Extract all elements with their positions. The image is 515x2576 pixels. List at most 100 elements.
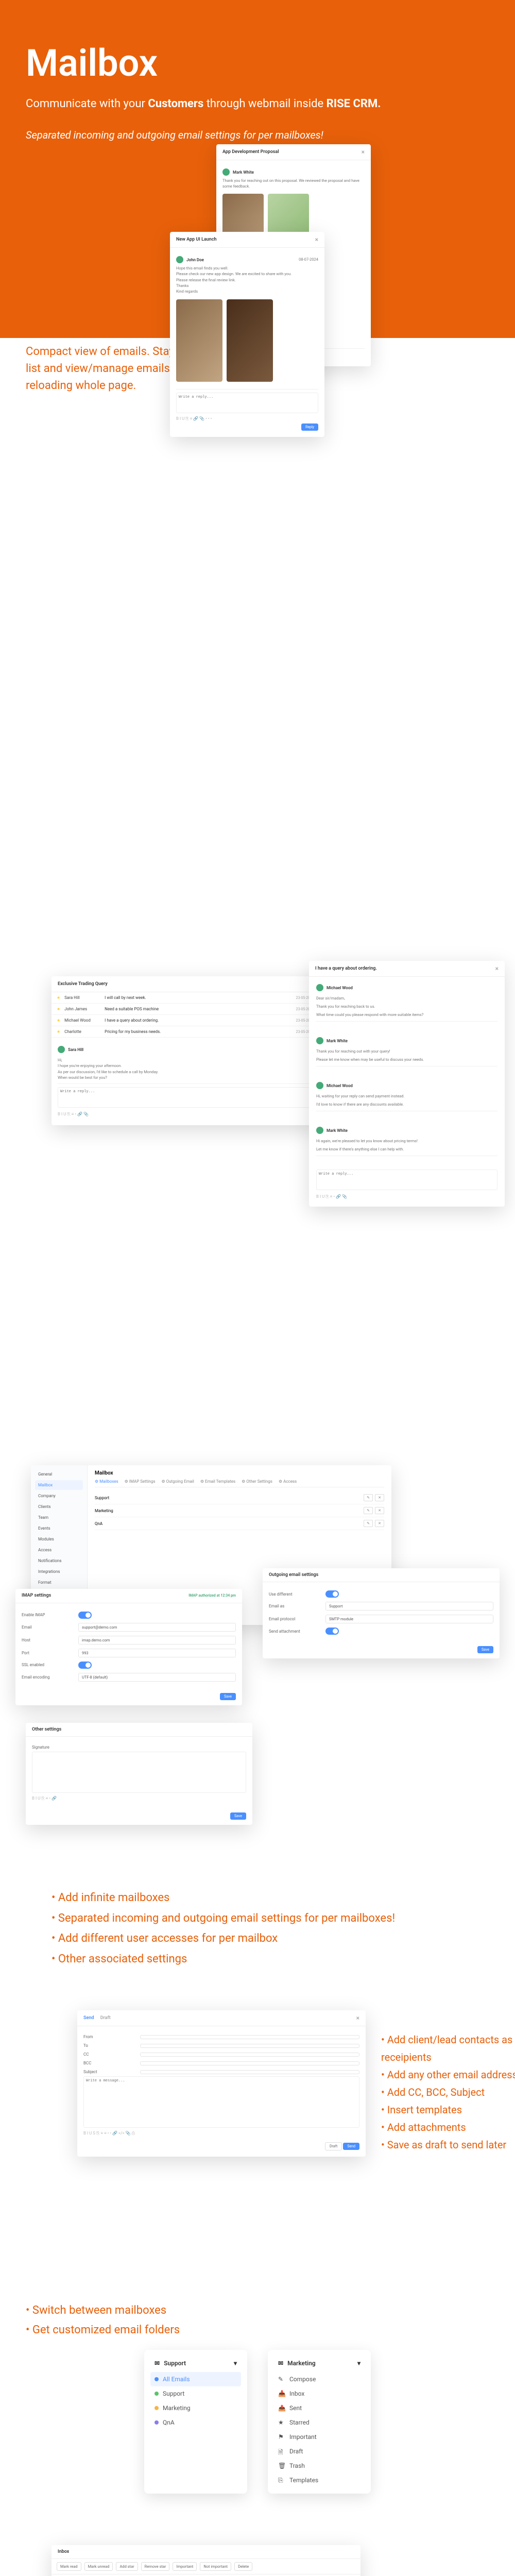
save-button[interactable]: Save	[477, 1646, 493, 1653]
avatar	[176, 256, 183, 263]
sidebar-item-access[interactable]: Access	[35, 1545, 83, 1555]
tab-access[interactable]: ⚙ Access	[279, 1479, 297, 1484]
close-icon[interactable]: ×	[495, 965, 499, 972]
chevron-down-icon[interactable]: ▾	[234, 2360, 237, 2367]
close-icon[interactable]: ×	[315, 236, 318, 243]
sidebar-item-format[interactable]: Format	[35, 1578, 83, 1587]
important-icon: ⚑	[278, 2433, 285, 2441]
text-input[interactable]: 993	[78, 1649, 236, 1657]
section-folders: Switch between mailboxesGet customized e…	[0, 2239, 515, 2524]
screenshot-other-settings: Other settings Signature B I U ⎘ ≡ • 🔗 S…	[26, 1723, 252, 1825]
from-field[interactable]	[140, 2035, 359, 2039]
email-row[interactable]: ★Sara HillI will call by next week.23-05…	[52, 992, 319, 1004]
editor-toolbar[interactable]: B I U ⎘ ≡ 🔗 📎 • • •	[176, 414, 318, 423]
draft-icon: 🗎	[278, 2448, 285, 2455]
mailbox-option[interactable]: Marketing	[150, 2401, 241, 2415]
close-icon[interactable]: ×	[362, 148, 365, 156]
screenshot-email-thread: I have a query about ordering.× Michael …	[309, 961, 505, 1207]
email-row[interactable]: ★John JamesNeed a suitable POS machine23…	[52, 1004, 319, 1015]
folder-item-templates[interactable]: ⎘Templates	[274, 2473, 365, 2487]
draft-button[interactable]: Draft	[325, 2142, 342, 2150]
text-input[interactable]: support@demo.com	[78, 1623, 236, 1632]
toggle[interactable]	[325, 1590, 339, 1598]
tab-mailboxes[interactable]: ⚙ Mailboxes	[95, 1479, 118, 1484]
email-row[interactable]: ★Michael WoodI have a query about orderi…	[52, 1015, 319, 1026]
reply-button[interactable]: Reply	[301, 423, 318, 431]
toggle[interactable]	[325, 1628, 339, 1635]
folder-item-compose[interactable]: ✎Compose	[274, 2372, 365, 2386]
chevron-down-icon[interactable]: ▾	[357, 2360, 360, 2367]
mailbox-option[interactable]: All Emails	[150, 2372, 241, 2386]
batch-action-button[interactable]: Delete	[234, 2562, 252, 2571]
reply-textarea[interactable]	[58, 1087, 313, 1108]
save-button[interactable]: Save	[220, 1693, 236, 1700]
sidebar-item-company[interactable]: Company	[35, 1491, 83, 1501]
toggle[interactable]	[78, 1662, 92, 1669]
send-button[interactable]: Send	[343, 2143, 359, 2150]
sidebar-item-general[interactable]: General	[35, 1469, 83, 1479]
subject-field[interactable]	[140, 2070, 359, 2074]
star-icon[interactable]: ★	[57, 1029, 60, 1034]
tab-imap-settings[interactable]: ⚙ IMAP Settings	[125, 1479, 156, 1484]
batch-action-button[interactable]: Important	[173, 2562, 197, 2571]
reply-textarea[interactable]	[176, 393, 318, 413]
tab-other-settings[interactable]: ⚙ Other Settings	[242, 1479, 272, 1484]
sidebar-item-events[interactable]: Events	[35, 1523, 83, 1533]
sidebar-item-clients[interactable]: Clients	[35, 1502, 83, 1512]
toggle[interactable]	[78, 1612, 92, 1619]
signature-textarea[interactable]	[32, 1752, 246, 1793]
mailbox-option[interactable]: Support	[150, 2386, 241, 2401]
edit-icon[interactable]: ✎	[364, 1494, 373, 1501]
text-input[interactable]: SMTP module	[325, 1615, 493, 1623]
tab-outgoing-email[interactable]: ⚙ Outgoing Email	[161, 1479, 194, 1484]
folder-item-sent[interactable]: 📤Sent	[274, 2401, 365, 2415]
sidebar-item-notifications[interactable]: Notifications	[35, 1556, 83, 1566]
subtagline: Separated incoming and outgoing email se…	[26, 128, 489, 142]
batch-action-button[interactable]: Not important	[200, 2562, 231, 2571]
text-input[interactable]: UTF-8 (default)	[78, 1673, 236, 1682]
screenshot-compose: Send Draft × From To CC BCC Subject B I …	[77, 2010, 366, 2157]
dot-icon	[154, 2406, 159, 2410]
text-input[interactable]: Support	[325, 1602, 493, 1611]
folder-item-trash[interactable]: 🗑Trash	[274, 2459, 365, 2473]
sidebar-item-integrations[interactable]: Integrations	[35, 1567, 83, 1577]
mailbox-option[interactable]: QnA	[150, 2415, 241, 2430]
folder-item-draft[interactable]: 🗎Draft	[274, 2444, 365, 2459]
edit-icon[interactable]: ✎	[364, 1520, 373, 1527]
delete-icon[interactable]: ✕	[375, 1520, 384, 1527]
folder-item-important[interactable]: ⚑Important	[274, 2430, 365, 2444]
editor-toolbar[interactable]: B I U ⎘ ≡ • 🔗 📎	[58, 1110, 313, 1119]
delete-icon[interactable]: ✕	[375, 1507, 384, 1514]
attachment-image[interactable]	[227, 299, 273, 382]
sidebar-item-team[interactable]: Team	[35, 1513, 83, 1522]
batch-action-button[interactable]: Remove star	[141, 2562, 170, 2571]
close-icon[interactable]: ×	[356, 2014, 359, 2022]
mailbox-switcher: ✉Support▾ All EmailsSupportMarketingQnA	[144, 2350, 247, 2494]
tab-send[interactable]: Send	[83, 2015, 94, 2021]
tab-email-templates[interactable]: ⚙ Email Templates	[200, 1479, 235, 1484]
batch-action-button[interactable]: Mark unread	[84, 2562, 113, 2571]
to-field[interactable]	[140, 2044, 359, 2048]
save-button[interactable]: Save	[230, 1812, 246, 1820]
folder-item-inbox[interactable]: 📥Inbox	[274, 2386, 365, 2401]
star-icon[interactable]: ★	[57, 995, 60, 1000]
folder-item-starred[interactable]: ★Starred	[274, 2415, 365, 2430]
compose-textarea[interactable]	[83, 2076, 359, 2128]
star-icon[interactable]: ★	[57, 1018, 60, 1023]
editor-toolbar[interactable]: B I U S ⎘ ≡ ≡ • • 🔗 </> 📎 ⎙	[83, 2129, 359, 2138]
bcc-field[interactable]	[140, 2061, 359, 2065]
text-input[interactable]: imap.demo.com	[78, 1636, 236, 1645]
tab-draft[interactable]: Draft	[100, 2015, 111, 2021]
star-icon[interactable]: ★	[57, 1007, 60, 1011]
attachment-image[interactable]	[176, 299, 222, 382]
email-row[interactable]: ★CharlottePricing for my business needs.…	[52, 1026, 319, 1038]
reply-textarea[interactable]	[316, 1170, 497, 1190]
edit-icon[interactable]: ✎	[364, 1507, 373, 1514]
sidebar-item-modules[interactable]: Modules	[35, 1534, 83, 1544]
trash-icon: 🗑	[278, 2462, 285, 2469]
batch-action-button[interactable]: Mark read	[57, 2562, 81, 2571]
cc-field[interactable]	[140, 2053, 359, 2057]
sidebar-item-mailbox[interactable]: Mailbox	[35, 1480, 83, 1490]
delete-icon[interactable]: ✕	[375, 1494, 384, 1501]
batch-action-button[interactable]: Add star	[116, 2562, 138, 2571]
